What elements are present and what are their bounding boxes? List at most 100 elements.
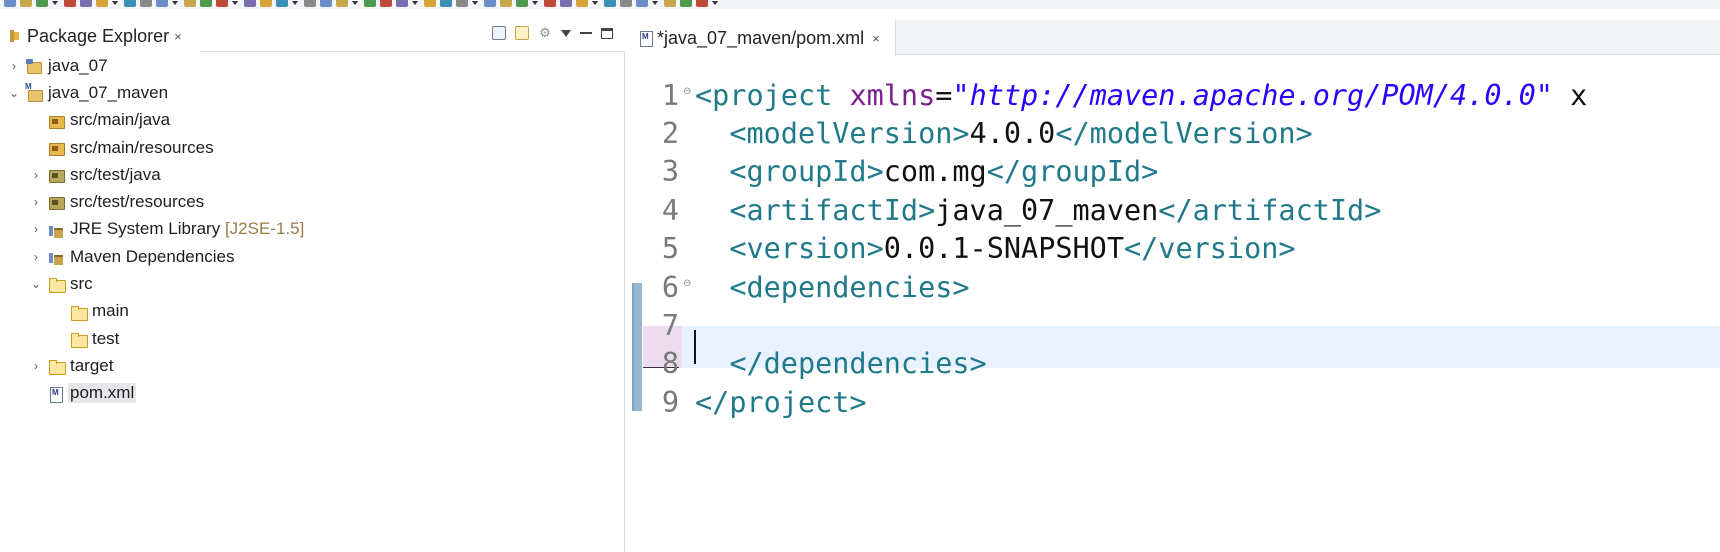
chevron-down-icon[interactable]: [52, 1, 58, 5]
tree-item[interactable]: › target: [0, 352, 625, 379]
toolbar-tool-icon[interactable]: [364, 0, 376, 7]
collapse-all-icon[interactable]: [492, 26, 506, 40]
toolbar-tool-icon[interactable]: [544, 0, 556, 7]
collapsed-chevron-icon[interactable]: ›: [30, 195, 42, 209]
toolbar-tool-icon[interactable]: [484, 0, 496, 7]
tab-pom-xml[interactable]: *java_07_maven/pom.xml ×: [631, 20, 896, 56]
code-line[interactable]: 8 </dependencies>: [631, 343, 1720, 385]
collapsed-chevron-icon[interactable]: ›: [30, 222, 42, 236]
collapsed-chevron-icon[interactable]: ›: [30, 250, 42, 264]
tree-item[interactable]: main: [0, 298, 625, 325]
code-line[interactable]: 9 </project>: [631, 381, 1720, 423]
code-line[interactable]: 4 <artifactId>java_07_maven</artifactId>: [631, 189, 1720, 231]
toolbar-tool-icon[interactable]: [260, 0, 272, 7]
toolbar-tool-icon[interactable]: [336, 0, 348, 7]
maximize-icon[interactable]: [601, 27, 613, 39]
tree-item[interactable]: › java_07: [0, 52, 625, 79]
toolbar-tool-icon[interactable]: [80, 0, 92, 7]
chevron-down-icon[interactable]: [292, 1, 298, 5]
toolbar-tool-icon[interactable]: [604, 0, 616, 7]
editor-tab-title: *java_07_maven/pom.xml: [657, 27, 865, 48]
toolbar-tool-icon[interactable]: [620, 0, 632, 7]
tree-item[interactable]: test: [0, 325, 625, 352]
code-line[interactable]: 7: [631, 304, 1720, 346]
toolbar-tool-icon[interactable]: [320, 0, 332, 7]
close-icon[interactable]: ×: [174, 29, 182, 44]
toolbar-tool-icon[interactable]: [636, 0, 648, 7]
xml-tag: </groupId>: [986, 155, 1159, 189]
code-line[interactable]: 2 <modelVersion>4.0.0</modelVersion>: [631, 112, 1720, 154]
folder-icon: [70, 305, 88, 321]
toolbar-tool-icon[interactable]: [4, 0, 16, 7]
code-editor[interactable]: 1 ⊖ <project xmlns="http://maven.apache.or…: [631, 56, 1720, 552]
tree-item[interactable]: › Maven Dependencies: [0, 243, 625, 270]
toolbar-tool-icon[interactable]: [216, 0, 228, 7]
view-menu-chevron-down-icon[interactable]: [561, 29, 571, 37]
toolbar-tool-icon[interactable]: [380, 0, 392, 7]
toolbar-tool-icon[interactable]: [396, 0, 408, 7]
tree-item-label: src/test/resources: [70, 192, 205, 212]
toolbar-tool-icon[interactable]: [36, 0, 48, 7]
chevron-down-icon[interactable]: [232, 1, 238, 5]
link-with-editor-icon[interactable]: [515, 26, 529, 40]
chevron-down-icon[interactable]: [472, 1, 478, 5]
toolbar-tool-icon[interactable]: [500, 0, 512, 7]
toolbar-tool-icon[interactable]: [456, 0, 468, 7]
toolbar-tool-icon[interactable]: [424, 0, 436, 7]
toolbar-tool-icon[interactable]: [96, 0, 108, 7]
tree-item[interactable]: › JRE System Library [J2SE-1.5]: [0, 216, 625, 243]
collapsed-chevron-icon[interactable]: ›: [8, 59, 20, 73]
toolbar-tool-icon[interactable]: [560, 0, 572, 7]
toolbar-tool-icon[interactable]: [276, 0, 288, 7]
chevron-down-icon[interactable]: [172, 1, 178, 5]
tree-item[interactable]: › src/test/java: [0, 161, 625, 188]
toolbar-tool-icon[interactable]: [156, 0, 168, 7]
expanded-chevron-icon[interactable]: ⌄: [8, 86, 20, 100]
chevron-down-icon[interactable]: [712, 1, 718, 5]
fold-toggle-icon[interactable]: ⊖: [683, 278, 691, 289]
tree-item[interactable]: › src/test/resources: [0, 188, 625, 215]
fold-toggle-icon[interactable]: ⊖: [683, 86, 691, 97]
code-line[interactable]: 5 <version>0.0.1-SNAPSHOT</version>: [631, 228, 1720, 270]
toolbar-tool-icon[interactable]: [200, 0, 212, 7]
toolbar-tool-icon[interactable]: [680, 0, 692, 7]
code-text: <modelVersion>4.0.0</modelVersion>: [695, 117, 1312, 150]
toolbar-tool-icon[interactable]: [304, 0, 316, 7]
tree-item[interactable]: src/main/java: [0, 107, 625, 134]
tree-item[interactable]: ⌄ src: [0, 270, 625, 297]
tree-item-label: src/main/resources: [70, 137, 214, 157]
code-line[interactable]: 6 ⊖ <dependencies>: [631, 266, 1720, 308]
focus-on-task-icon[interactable]: ⚙: [538, 26, 552, 40]
toolbar-tool-icon[interactable]: [244, 0, 256, 7]
toolbar-tool-icon[interactable]: [576, 0, 588, 7]
collapsed-chevron-icon[interactable]: ›: [30, 168, 42, 182]
toolbar-tool-icon[interactable]: [184, 0, 196, 7]
toolbar-tool-icon[interactable]: [64, 0, 76, 7]
code-line[interactable]: 1 ⊖ <project xmlns="http://maven.apache.or…: [631, 74, 1720, 116]
tree-item-label: JRE System Library: [70, 219, 221, 239]
toolbar-tool-icon[interactable]: [124, 0, 136, 7]
toolbar-tool-icon[interactable]: [20, 0, 32, 7]
tab-package-explorer[interactable]: Package Explorer ×: [0, 20, 200, 52]
chevron-down-icon[interactable]: [412, 1, 418, 5]
toolbar-tool-icon[interactable]: [140, 0, 152, 7]
chevron-down-icon[interactable]: [592, 1, 598, 5]
toolbar-tool-icon[interactable]: [696, 0, 708, 7]
code-text: <project xmlns="http://maven.apache.org/…: [695, 79, 1587, 112]
tree-item[interactable]: src/main/resources: [0, 134, 625, 161]
tree-item[interactable]: ⌄ java_07_maven: [0, 79, 625, 106]
xml-text: [695, 232, 729, 265]
code-line[interactable]: 3 <groupId>com.mg</groupId>: [631, 151, 1720, 193]
chevron-down-icon[interactable]: [652, 1, 658, 5]
collapsed-chevron-icon[interactable]: ›: [30, 359, 42, 373]
close-icon[interactable]: ×: [872, 31, 880, 46]
toolbar-tool-icon[interactable]: [664, 0, 676, 7]
minimize-icon[interactable]: [580, 32, 592, 34]
toolbar-tool-icon[interactable]: [516, 0, 528, 7]
toolbar-tool-icon[interactable]: [440, 0, 452, 7]
chevron-down-icon[interactable]: [532, 1, 538, 5]
expanded-chevron-icon[interactable]: ⌄: [30, 277, 42, 291]
chevron-down-icon[interactable]: [352, 1, 358, 5]
tree-item[interactable]: pom.xml: [0, 380, 625, 407]
chevron-down-icon[interactable]: [112, 1, 118, 5]
